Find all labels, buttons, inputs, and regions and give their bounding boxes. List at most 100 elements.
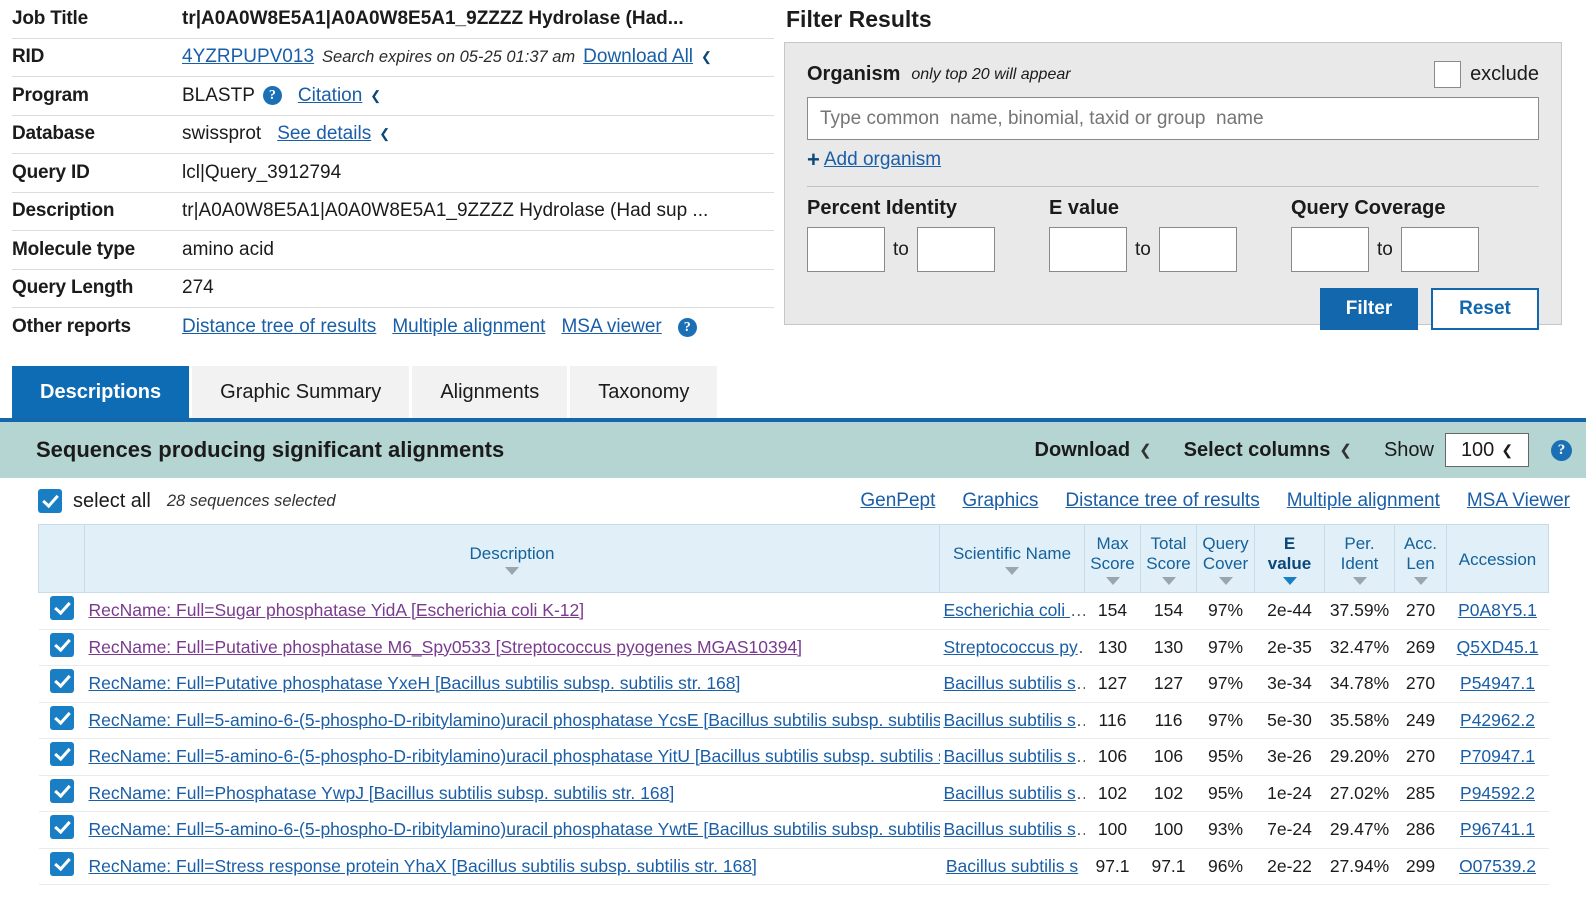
scientific-name-link[interactable]: Bacillus subtilis s [944,819,1076,839]
cell-e-value: 2e-44 [1254,592,1325,630]
header-query-cover[interactable]: Query Cover [1196,524,1255,593]
tab-descriptions[interactable]: Descriptions [12,366,190,418]
info-label-query-length: Query Length [12,277,134,299]
row-checkbox[interactable] [49,632,74,657]
header-description-label: Description [469,543,555,563]
scientific-name-link[interactable]: Bacillus subtilis s [944,673,1076,693]
header-max-score[interactable]: Max Score [1084,524,1141,593]
description-link[interactable]: RecName: Full=Putative phosphatase M6_Sp… [89,637,803,657]
select-columns-dropdown[interactable]: Select columns ❮ [1184,439,1352,462]
multiple-alignment-link[interactable]: Multiple alignment [392,316,545,338]
info-value-other-reports: Distance tree of results Multiple alignm… [182,316,697,338]
filter-button[interactable]: Filter [1320,288,1418,330]
accession-link[interactable]: Q5XD45.1 [1457,637,1539,657]
help-icon[interactable]: ? [677,317,697,337]
row-checkbox[interactable] [49,742,74,767]
exclude-checkbox[interactable] [1434,61,1462,88]
percent-identity-to-input[interactable] [916,227,995,272]
chevron-down-icon[interactable]: ❮ [370,88,381,104]
organism-input[interactable] [807,97,1539,140]
description-link[interactable]: RecName: Full=Phosphatase YwpJ [Bacillus… [89,783,675,803]
header-accession[interactable]: Accession [1446,524,1549,593]
description-link[interactable]: RecName: Full=5-amino-6-(5-phospho-D-rib… [89,819,940,839]
citation-link[interactable]: Citation [298,85,362,107]
add-organism-control[interactable]: + Add organism [807,147,1539,173]
scientific-name-link[interactable]: Bacillus subtilis s [946,856,1078,876]
scientific-name-link[interactable]: Bacillus subtilis s [944,783,1076,803]
scientific-name-truncation: … [1076,819,1085,839]
graphics-link[interactable]: Graphics [962,490,1038,512]
to-label: to [1135,238,1151,260]
help-icon[interactable]: ? [262,86,282,106]
distance-tree-link[interactable]: Distance tree of results [182,316,376,338]
accession-link[interactable]: O07539.2 [1459,856,1536,876]
description-link[interactable]: RecName: Full=Putative phosphatase YxeH … [89,673,741,693]
tab-alignments[interactable]: Alignments [412,366,568,418]
accession-link[interactable]: P0A8Y5.1 [1458,600,1537,620]
scientific-name-link[interactable]: Escherichia coli [944,600,1070,620]
scientific-name-link[interactable]: Bacillus subtilis s [944,710,1076,730]
accession-link[interactable]: P96741.1 [1460,819,1535,839]
header-acc-len[interactable]: Acc. Len [1394,524,1447,593]
scientific-name-link[interactable]: Streptococcus py [944,637,1078,657]
show-count-select[interactable]: 100 ❮ [1445,433,1529,467]
row-checkbox[interactable] [49,778,74,803]
accession-link[interactable]: P94592.2 [1460,783,1535,803]
header-total-score[interactable]: Total Score [1140,524,1197,593]
scientific-name-truncation: … [1076,673,1085,693]
percent-identity-from-input[interactable] [807,227,885,272]
chevron-down-icon[interactable]: ❮ [379,126,390,142]
see-details-link[interactable]: See details [277,123,371,145]
e-value-from-input[interactable] [1049,227,1127,272]
accession-link[interactable]: P42962.2 [1460,710,1535,730]
distance-tree-link[interactable]: Distance tree of results [1065,490,1259,512]
download-all-link[interactable]: Download All [583,46,693,68]
row-checkbox[interactable] [49,596,74,621]
exclude-control[interactable]: exclude [1434,61,1539,88]
header-scientific-name[interactable]: Scientific Name [939,524,1085,593]
results-header: Sequences producing significant alignmen… [0,422,1586,478]
select-all-checkbox[interactable] [38,489,62,513]
header-description[interactable]: Description [84,524,940,593]
download-dropdown[interactable]: Download ❮ [1035,439,1152,462]
add-organism-link[interactable]: Add organism [824,149,941,171]
table-header: Description Scientific Name Max Score Tot… [38,524,1549,593]
scientific-name-link[interactable]: Bacillus subtilis s [944,746,1076,766]
header-per-ident[interactable]: Per. Ident [1324,524,1395,593]
genpept-link[interactable]: GenPept [860,490,935,512]
description-link[interactable]: RecName: Full=Sugar phosphatase YidA [Es… [89,600,585,620]
header-accession-label: Accession [1458,549,1537,569]
cell-acc-len: 249 [1394,702,1447,739]
cell-accession: Q5XD45.1 [1446,629,1549,666]
row-checkbox[interactable] [49,669,74,694]
row-checkbox[interactable] [49,815,74,840]
info-label-job-title: Job Title [12,7,88,29]
multiple-alignment-link[interactable]: Multiple alignment [1287,490,1440,512]
msa-viewer-link[interactable]: MSA viewer [561,316,661,338]
tab-graphic-summary[interactable]: Graphic Summary [192,366,410,418]
header-e-value[interactable]: Evalue [1254,524,1325,593]
cell-description: RecName: Full=5-amino-6-(5-phospho-D-rib… [84,811,940,849]
info-row-program: Program BLASTP ? Citation ❮ [12,77,774,116]
chevron-down-icon[interactable]: ❮ [701,49,712,65]
description-link[interactable]: RecName: Full=5-amino-6-(5-phospho-D-rib… [89,710,940,730]
query-coverage-from-input[interactable] [1291,227,1369,272]
reset-button[interactable]: Reset [1431,288,1539,330]
query-coverage-to-input[interactable] [1400,227,1479,272]
accession-link[interactable]: P70947.1 [1460,746,1535,766]
description-link[interactable]: RecName: Full=Stress response protein Yh… [89,856,757,876]
cell-e-value: 5e-30 [1254,702,1325,739]
results-title: Sequences producing significant alignmen… [36,437,505,462]
cell-scientific-name: Bacillus subtilis s… [939,775,1085,812]
rid-link[interactable]: 4YZRPUPV013 [182,46,314,68]
row-checkbox[interactable] [49,705,74,730]
help-icon[interactable]: ? [1551,439,1572,461]
cell-scientific-name: Bacillus subtilis s… [939,738,1085,776]
e-value-to-input[interactable] [1158,227,1237,272]
tab-taxonomy[interactable]: Taxonomy [570,366,718,418]
row-checkbox[interactable] [49,851,74,876]
accession-link[interactable]: P54947.1 [1460,673,1535,693]
msa-viewer-link[interactable]: MSA Viewer [1467,490,1570,512]
cell-total-score: 100 [1140,811,1197,849]
description-link[interactable]: RecName: Full=5-amino-6-(5-phospho-D-rib… [89,746,940,766]
